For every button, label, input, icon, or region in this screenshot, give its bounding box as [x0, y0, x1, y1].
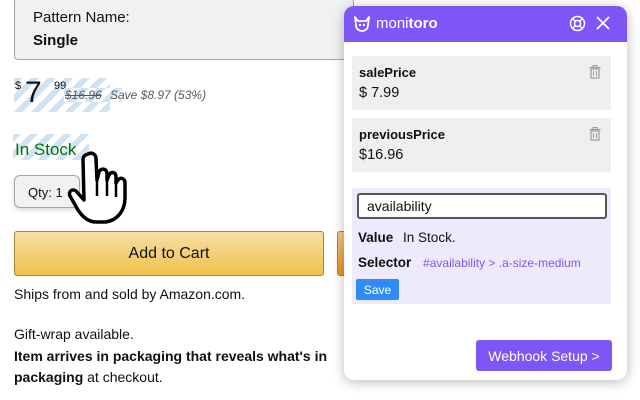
- field-name: salePrice: [359, 65, 417, 80]
- close-icon[interactable]: [595, 15, 611, 31]
- price-whole: 7: [25, 76, 42, 109]
- trash-icon[interactable]: [589, 65, 601, 79]
- value-label: Value: [358, 230, 394, 245]
- savings-text: Save $8.97 (53%): [110, 88, 207, 102]
- field-card-saleprice: salePrice $ 7.99: [352, 56, 611, 110]
- add-to-cart-button[interactable]: Add to Cart: [14, 231, 324, 276]
- pattern-selector[interactable]: Pattern Name: Single: [14, 0, 354, 60]
- qty-label: Qty:: [28, 185, 52, 200]
- panel-header: monitoro: [344, 6, 627, 42]
- price-currency: $: [15, 80, 22, 92]
- packaging-bold-2: packaging: [14, 369, 84, 385]
- packaging-note: Item arrives in packaging that reveals w…: [14, 346, 354, 388]
- previous-price: $16.96: [65, 88, 102, 102]
- brand-suffix: toro: [408, 15, 438, 32]
- pattern-label: Pattern Name:: [33, 9, 130, 26]
- value-row: Value In Stock.: [358, 230, 456, 245]
- ships-sold-text: Ships from and sold by Amazon.com.: [14, 286, 246, 302]
- packaging-rest: at checkout.: [83, 369, 163, 385]
- packaging-bold-1: Item arrives in packaging that reveals w…: [14, 348, 328, 364]
- webhook-setup-button[interactable]: Webhook Setup >: [476, 340, 612, 371]
- monitoro-panel: monitoro salePrice $ 7.99 previousPrice …: [344, 6, 627, 380]
- value-text: In Stock.: [403, 230, 456, 245]
- brand-name: monitoro: [376, 15, 438, 32]
- field-card-previousprice: previousPrice $16.96: [352, 118, 611, 172]
- brand-prefix: moni: [376, 15, 409, 32]
- cursor-hand-icon: [67, 151, 127, 224]
- field-name: previousPrice: [359, 127, 445, 142]
- selector-text[interactable]: #availability > .a-size-medium: [423, 256, 581, 270]
- save-button[interactable]: Save: [356, 279, 399, 300]
- gift-wrap-text: Gift-wrap available.: [14, 326, 134, 342]
- price-block: $ 7 99 $16.96 Save $8.97 (53%): [14, 76, 334, 114]
- help-icon[interactable]: [569, 15, 586, 32]
- field-value: $ 7.99: [359, 85, 400, 101]
- selector-row: Selector #availability > .a-size-medium: [358, 255, 581, 270]
- pattern-value: Single: [33, 32, 79, 49]
- monitoro-logo-icon: [354, 16, 370, 32]
- field-name-input[interactable]: [357, 193, 607, 219]
- selector-label: Selector: [358, 255, 412, 270]
- qty-value: 1: [55, 185, 63, 200]
- field-editor: Value In Stock. Selector #availability >…: [352, 188, 611, 304]
- trash-icon[interactable]: [589, 127, 601, 141]
- field-value: $16.96: [359, 147, 404, 163]
